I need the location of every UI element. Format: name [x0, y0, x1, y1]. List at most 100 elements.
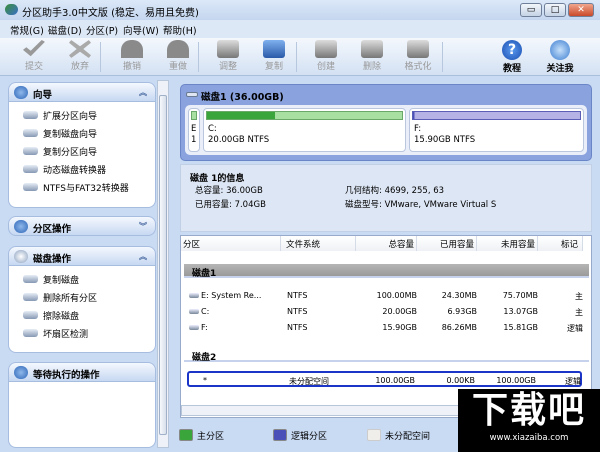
copy-disk-icon	[23, 275, 38, 283]
partition-ops-header[interactable]: 分区操作 ︾	[8, 216, 156, 236]
col-used[interactable]: 已用容量	[417, 236, 477, 251]
scrollbar-thumb[interactable]	[159, 95, 167, 435]
wizard-extend-partition[interactable]: 扩展分区向导	[9, 106, 155, 124]
cell: NTFS	[287, 307, 308, 316]
menu-general[interactable]: 常规(G)	[10, 23, 44, 37]
table-row[interactable]: E: System Re... NTFS 100.00MB 24.30MB 75.70M…	[187, 288, 583, 304]
create-button[interactable]: 创建	[306, 40, 346, 72]
watermark-logo: 下载吧 www.xiazaiba.com	[458, 389, 600, 452]
cell: 86.26MB	[441, 323, 477, 332]
pencil-gear-icon	[14, 366, 28, 379]
logical-swatch	[273, 429, 287, 441]
disk-op-wipe[interactable]: 擦除磁盘	[9, 306, 155, 324]
cell: F:	[201, 323, 208, 332]
menu-disk[interactable]: 磁盘(D)	[48, 23, 82, 37]
follow-icon	[550, 40, 570, 60]
delete-partitions-icon	[23, 293, 38, 301]
partition-ops-icon	[14, 220, 28, 233]
partition-block-e[interactable]: E1	[188, 108, 200, 152]
table-row[interactable]: * 未分配空间 100.00GB 0.00KB 100.00GB 逻辑	[187, 371, 582, 387]
window-title: 分区助手3.0中文版 (稳定、易用且免费)	[22, 8, 199, 19]
table-row[interactable]: F: NTFS 15.90GB 86.26MB 15.81GB 逻辑	[187, 320, 583, 336]
disk-ops-header[interactable]: 磁盘操作 ︽	[8, 246, 156, 266]
converter-icon	[23, 183, 38, 191]
resize-button[interactable]: 调整	[208, 40, 248, 72]
partition-usage-bar	[206, 111, 403, 120]
wizard-panel: 扩展分区向导 复制磁盘向导 复制分区向导 动态磁盘转换器 NTFS与FAT32转…	[8, 102, 156, 208]
wizard-ntfs-fat32[interactable]: NTFS与FAT32转换器	[9, 178, 155, 196]
cell: 15.90GB	[382, 323, 417, 332]
close-button[interactable]: ✕	[568, 3, 594, 17]
copy-button[interactable]: 复制	[254, 40, 294, 72]
cell: 主	[575, 292, 583, 301]
menu-wizard[interactable]: 向导(W)	[123, 23, 159, 37]
wizard-panel-header[interactable]: 向导 ︽	[8, 82, 156, 102]
format-button[interactable]: 格式化	[398, 40, 438, 72]
collapse-icon[interactable]: ︽	[139, 251, 147, 262]
maximize-button[interactable]: □	[544, 3, 566, 17]
cell: 100.00MB	[376, 291, 417, 300]
left-scrollbar[interactable]	[157, 80, 169, 448]
undo-icon	[121, 40, 143, 58]
cell: 逻辑	[567, 324, 583, 333]
expand-icon[interactable]: ︾	[139, 221, 147, 232]
toolbar-separator	[442, 42, 443, 72]
pending-ops-header[interactable]: 等待执行的操作	[8, 362, 156, 382]
toolbar-separator	[296, 42, 297, 72]
col-flag[interactable]: 标记	[538, 236, 583, 251]
menu-bar: 常规(G) 磁盘(D) 分区(P) 向导(W) 帮助(H)	[0, 20, 600, 38]
tutorial-button[interactable]: ? 教程	[492, 40, 532, 74]
cell: 100.00GB	[496, 376, 536, 385]
wizard-copy-disk[interactable]: 复制磁盘向导	[9, 124, 155, 142]
legend-unallocated: 未分配空间	[367, 429, 430, 442]
partition-label: E1	[191, 124, 197, 145]
dynamic-disk-icon	[23, 165, 38, 173]
cell: 75.70MB	[502, 291, 538, 300]
col-free[interactable]: 未用容量	[477, 236, 538, 251]
disk-op-delete-all[interactable]: 删除所有分区	[9, 288, 155, 306]
col-partition[interactable]: 分区	[181, 236, 281, 251]
menu-help[interactable]: 帮助(H)	[163, 23, 197, 37]
menu-partition[interactable]: 分区(P)	[86, 23, 118, 37]
check-icon	[23, 40, 45, 57]
wizard-copy-partition[interactable]: 复制分区向导	[9, 142, 155, 160]
legend-primary: 主分区	[179, 429, 224, 442]
minimize-button[interactable]: ▭	[520, 3, 542, 17]
cell: *	[203, 376, 207, 385]
delete-button[interactable]: 删除	[352, 40, 392, 72]
cell: C:	[201, 307, 210, 316]
follow-button[interactable]: 关注我	[540, 40, 580, 74]
gear-icon	[14, 250, 28, 263]
cell: 0.00KB	[446, 376, 475, 385]
copy-partition-icon	[23, 147, 38, 155]
disk-info-title: 磁盘 1的信息	[190, 174, 245, 184]
app-icon	[5, 4, 18, 15]
disk-op-bad-sector[interactable]: 坏扇区检测	[9, 324, 155, 342]
redo-button[interactable]: 重做	[158, 40, 198, 72]
partition-block-c[interactable]: C: 20.00GB NTFS	[203, 108, 406, 152]
cell: 逻辑	[565, 377, 581, 386]
cell: 100.00GB	[375, 376, 415, 385]
col-filesystem[interactable]: 文件系统	[281, 236, 356, 251]
discard-button[interactable]: 放弃	[60, 40, 100, 72]
col-total[interactable]: 总容量	[356, 236, 417, 251]
disk-map: 磁盘1 (36.00GB) E1 C: 20.00GB NTFS F: 15.90G…	[180, 84, 592, 161]
primary-swatch	[179, 429, 193, 441]
resize-disk-icon	[217, 40, 239, 58]
undo-button[interactable]: 撤销	[112, 40, 152, 72]
partition-usage-bar	[191, 111, 197, 120]
collapse-icon[interactable]: ︽	[139, 87, 147, 98]
cell: 主	[575, 308, 583, 317]
total-capacity: 总容量: 36.00GB	[195, 186, 263, 196]
table-row[interactable]: C: NTFS 20.00GB 6.93GB 13.07GB 主	[187, 304, 583, 320]
partition-block-f[interactable]: F: 15.90GB NTFS	[409, 108, 584, 152]
bad-sector-icon	[23, 329, 38, 337]
copy-disk-icon	[263, 40, 285, 58]
partition-icon	[189, 325, 199, 330]
disk-ops-panel: 复制磁盘 删除所有分区 擦除磁盘 坏扇区检测	[8, 266, 156, 353]
disk-model: 磁盘型号: VMware, VMware Virtual S	[345, 200, 497, 210]
commit-button[interactable]: 提交	[14, 40, 54, 72]
extend-partition-icon	[23, 111, 38, 119]
disk-op-copy[interactable]: 复制磁盘	[9, 270, 155, 288]
wizard-dynamic-disk[interactable]: 动态磁盘转换器	[9, 160, 155, 178]
